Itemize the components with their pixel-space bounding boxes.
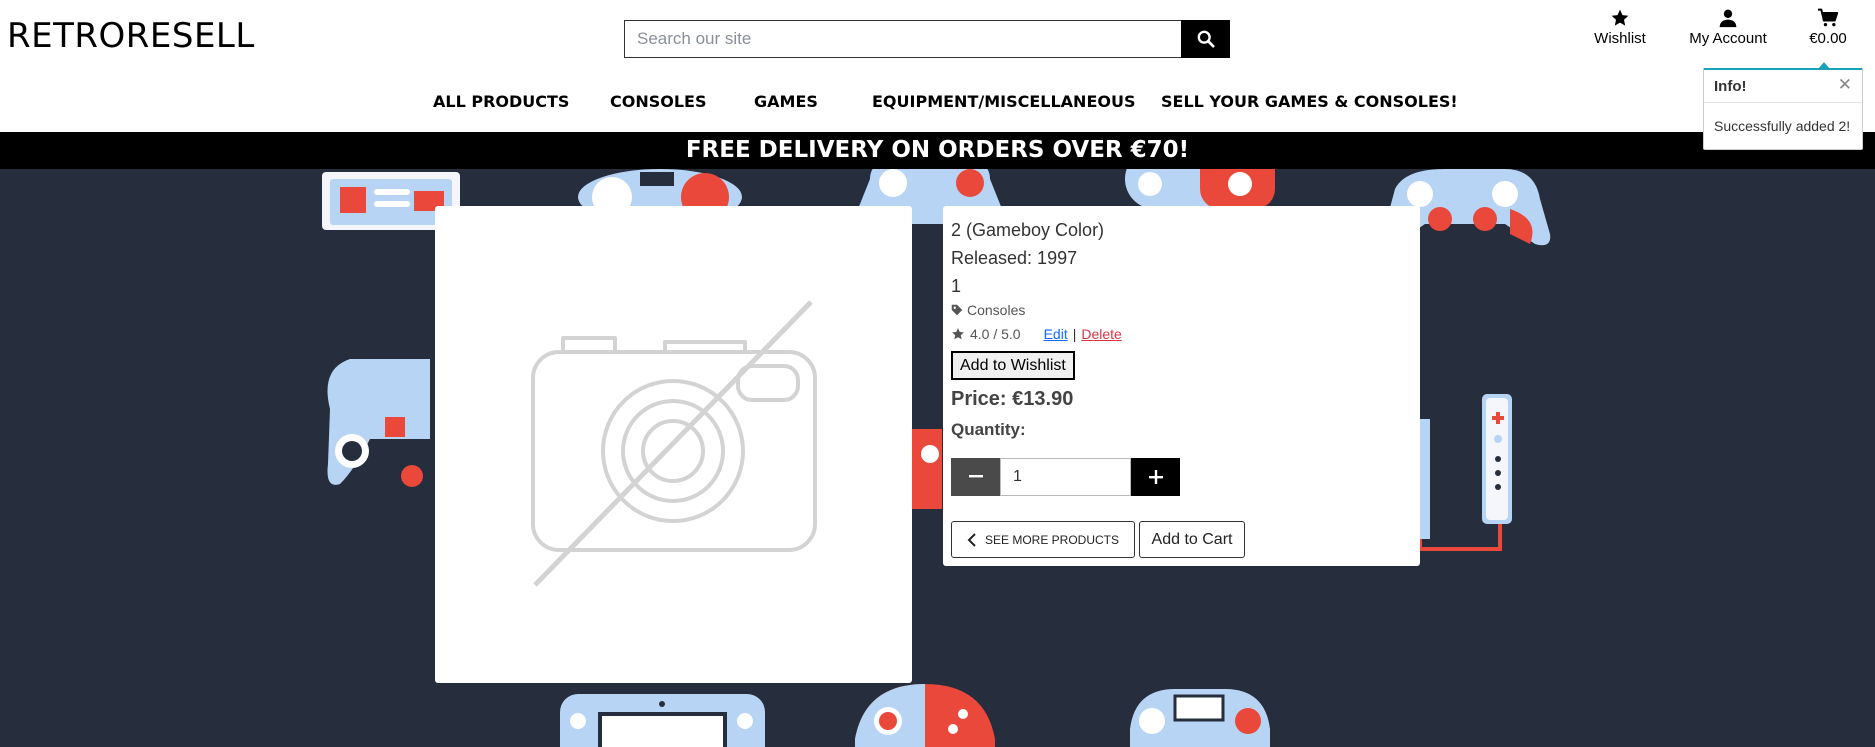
user-icon xyxy=(1719,9,1737,28)
toast-arrow xyxy=(1818,62,1830,69)
wii-remote-icon xyxy=(1418,394,1512,551)
nav-sell[interactable]: SELL YOUR GAMES & CONSOLES! xyxy=(1161,92,1458,111)
my-account-link[interactable]: My Account xyxy=(1688,8,1768,52)
cart-icon xyxy=(1818,8,1839,27)
site-header: RETRORESELL Wishlist My Account €0.00 xyxy=(0,0,1875,132)
site-logo[interactable]: RETRORESELL xyxy=(7,16,255,56)
gamecube-controller-icon xyxy=(327,359,430,487)
see-more-label: SEE MORE PRODUCTS xyxy=(984,532,1119,547)
increment-quantity-button[interactable] xyxy=(1131,458,1180,496)
toast-title: Info! xyxy=(1714,78,1747,95)
tag-icon xyxy=(951,304,963,316)
product-category[interactable]: Consoles xyxy=(951,302,1025,318)
xbox-controller-icon xyxy=(855,684,995,747)
cart-link[interactable]: €0.00 xyxy=(1802,8,1854,52)
nav-consoles[interactable]: CONSOLES xyxy=(610,92,707,111)
quantity-stepper xyxy=(951,458,1180,496)
see-more-products-button[interactable]: SEE MORE PRODUCTS xyxy=(951,521,1135,558)
nav-games[interactable]: GAMES xyxy=(754,92,818,111)
product-name: 2 (Gameboy Color) xyxy=(951,220,1105,240)
search-form xyxy=(624,20,1230,58)
nav-equipment[interactable]: EQUIPMENT/MISCELLANEOUS xyxy=(872,92,1135,111)
close-icon[interactable]: ✕ xyxy=(1838,75,1852,95)
plus-icon xyxy=(1148,470,1163,484)
star-icon xyxy=(952,328,964,340)
search-input[interactable] xyxy=(624,20,1181,58)
delete-product-link[interactable]: Delete xyxy=(1081,326,1121,342)
main-nav: ALL PRODUCTS CONSOLES GAMES EQUIPMENT/MI… xyxy=(0,92,1875,116)
product-description: 1 xyxy=(951,276,962,296)
controller-pattern xyxy=(322,169,1551,747)
toast-divider xyxy=(1704,102,1862,103)
star-icon xyxy=(1611,9,1629,26)
decrement-quantity-button[interactable] xyxy=(951,458,1000,496)
toast-message: Successfully added 2! xyxy=(1714,118,1851,134)
cart-total: €0.00 xyxy=(1809,30,1847,47)
nav-all-products[interactable]: ALL PRODUCTS xyxy=(433,92,569,111)
category-label: Consoles xyxy=(967,302,1026,318)
edit-product-link[interactable]: Edit xyxy=(1044,326,1068,342)
no-image-icon xyxy=(531,300,817,587)
product-rating: 4.0 / 5.0 Edit | Delete xyxy=(951,326,1122,342)
wishlist-label: Wishlist xyxy=(1594,30,1646,47)
ps-controller-bottom-icon xyxy=(1130,689,1270,747)
switch-controller-icon xyxy=(1125,169,1275,209)
controller-fragment-icon xyxy=(912,429,942,509)
product-release-year: Released: 1997 xyxy=(951,248,1078,268)
product-price: Price: €13.90 xyxy=(951,388,1074,410)
search-button[interactable] xyxy=(1181,20,1230,58)
product-details-card: 2 (Gameboy Color) Released: 1997 1 Conso… xyxy=(943,206,1420,566)
product-image-card xyxy=(435,206,912,683)
wishlist-link[interactable]: Wishlist xyxy=(1590,8,1650,52)
link-separator: | xyxy=(1072,326,1077,342)
rating-value: 4.0 / 5.0 xyxy=(970,326,1021,342)
chevron-left-icon xyxy=(967,532,976,547)
info-toast: Info! ✕ Successfully added 2! xyxy=(1703,62,1863,150)
add-to-cart-button[interactable]: Add to Cart xyxy=(1139,521,1245,558)
wii-u-gamepad-icon xyxy=(560,694,765,747)
free-delivery-banner: FREE DELIVERY ON ORDERS OVER €70! xyxy=(0,132,1875,169)
controller-pattern-background xyxy=(0,169,1875,747)
search-icon xyxy=(1197,30,1215,48)
my-account-label: My Account xyxy=(1689,30,1767,47)
add-to-wishlist-button[interactable]: Add to Wishlist xyxy=(951,351,1075,380)
minus-icon xyxy=(968,474,983,477)
quantity-input[interactable] xyxy=(1000,458,1131,496)
quantity-label: Quantity: xyxy=(951,420,1026,439)
